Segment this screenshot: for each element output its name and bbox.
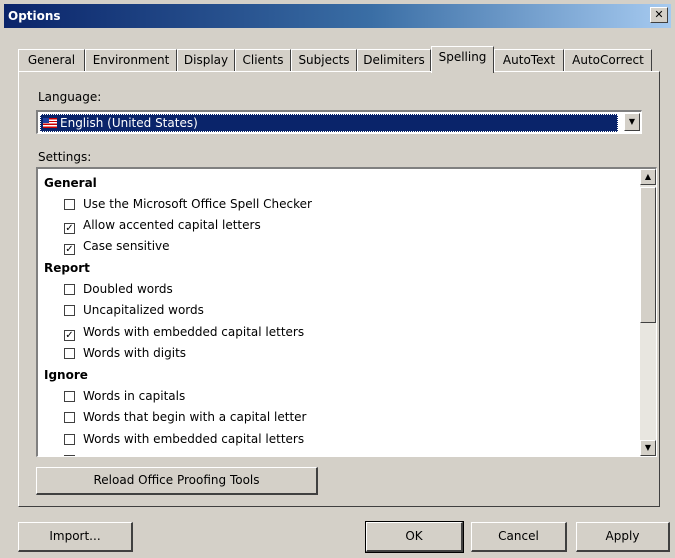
reload-proofing-tools-button[interactable]: Reload Office Proofing Tools	[36, 467, 318, 495]
checkbox[interactable]	[64, 305, 75, 316]
option-label: Use the Microsoft Office Spell Checker	[83, 197, 312, 211]
cancel-button[interactable]: Cancel	[471, 522, 567, 552]
window-title: Options	[8, 9, 61, 23]
scroll-up-button[interactable]: ▲	[640, 169, 656, 185]
list-item[interactable]: ✓ Words with embedded capital letters	[64, 323, 304, 341]
tab-display[interactable]: Display	[177, 49, 235, 71]
checkmark-icon: ✓	[65, 244, 74, 255]
option-label: Allow accented capital letters	[83, 218, 261, 232]
settings-list[interactable]: General Use the Microsoft Office Spell C…	[36, 167, 657, 457]
checkbox-checked[interactable]: ✓	[64, 330, 75, 341]
close-icon: ✕	[654, 8, 664, 21]
checkbox-checked[interactable]: ✓	[64, 244, 75, 255]
tab-environment[interactable]: Environment	[85, 49, 177, 71]
group-header-ignore: Ignore	[44, 368, 88, 382]
checkbox[interactable]	[64, 434, 75, 445]
tab-delimiters[interactable]: Delimiters	[357, 49, 431, 71]
option-label: Case sensitive	[83, 239, 170, 253]
language-value: English (United States)	[60, 116, 198, 130]
scroll-down-button[interactable]: ▼	[640, 440, 656, 456]
list-item[interactable]: Doubled words	[64, 280, 173, 298]
language-selected: English (United States)	[40, 114, 618, 132]
chevron-down-icon: ▼	[628, 117, 636, 126]
list-item[interactable]: Use the Microsoft Office Spell Checker	[64, 195, 312, 213]
option-label: Doubled words	[83, 282, 173, 296]
list-item[interactable]: Words in capitals	[64, 387, 185, 405]
option-label: Words with embedded capital letters	[83, 325, 305, 339]
checkbox[interactable]	[64, 455, 75, 456]
language-dropdown-button[interactable]: ▼	[624, 113, 640, 131]
checkbox[interactable]	[64, 412, 75, 423]
tab-spelling[interactable]: Spelling	[431, 46, 494, 73]
tab-general[interactable]: General	[18, 49, 85, 71]
checkmark-icon: ✓	[65, 330, 74, 341]
options-dialog: Options ✕ General Environment Display Cl…	[0, 0, 675, 558]
checkbox[interactable]	[64, 348, 75, 359]
settings-label: Settings:	[38, 150, 92, 164]
checkbox[interactable]	[64, 391, 75, 402]
tab-autotext[interactable]: AutoText	[494, 49, 564, 71]
list-item[interactable]: ✓ Allow accented capital letters	[64, 216, 261, 234]
language-dropdown[interactable]: English (United States) ▼	[36, 110, 642, 134]
tab-subjects[interactable]: Subjects	[291, 49, 357, 71]
tab-autocorrect[interactable]: AutoCorrect	[564, 49, 652, 71]
option-label: Words that begin with a capital letter	[83, 410, 307, 424]
list-item[interactable]: Words with digits	[64, 344, 186, 362]
tab-clients[interactable]: Clients	[235, 49, 291, 71]
list-item[interactable]: Words with embedded capital letters	[64, 430, 304, 448]
vertical-scrollbar[interactable]: ▲ ▼	[640, 169, 656, 456]
option-label: Words with digits	[83, 346, 187, 360]
list-item[interactable]: Words that begin with a capital letter	[64, 408, 306, 426]
checkmark-icon: ✓	[65, 223, 74, 234]
option-label: Words in capitals	[83, 389, 186, 403]
arrow-down-icon: ▼	[644, 443, 652, 452]
checkbox[interactable]	[64, 284, 75, 295]
import-button[interactable]: Import...	[18, 522, 133, 552]
group-header-general: General	[44, 176, 97, 190]
us-flag-icon	[43, 118, 57, 128]
list-item-partial[interactable]	[64, 451, 83, 456]
option-label: Words with embedded capital letters	[83, 432, 305, 446]
group-header-report: Report	[44, 261, 90, 275]
language-label: Language:	[38, 90, 102, 104]
title-bar[interactable]: Options ✕	[4, 4, 671, 28]
list-item[interactable]: ✓ Case sensitive	[64, 237, 170, 255]
close-button[interactable]: ✕	[650, 7, 668, 23]
arrow-up-icon: ▲	[644, 172, 652, 181]
checkbox-checked[interactable]: ✓	[64, 223, 75, 234]
option-label: Uncapitalized words	[83, 303, 204, 317]
list-item[interactable]: Uncapitalized words	[64, 301, 204, 319]
checkbox[interactable]	[64, 199, 75, 210]
ok-button[interactable]: OK	[365, 521, 464, 553]
scroll-thumb[interactable]	[640, 187, 656, 323]
apply-button[interactable]: Apply	[576, 522, 670, 552]
